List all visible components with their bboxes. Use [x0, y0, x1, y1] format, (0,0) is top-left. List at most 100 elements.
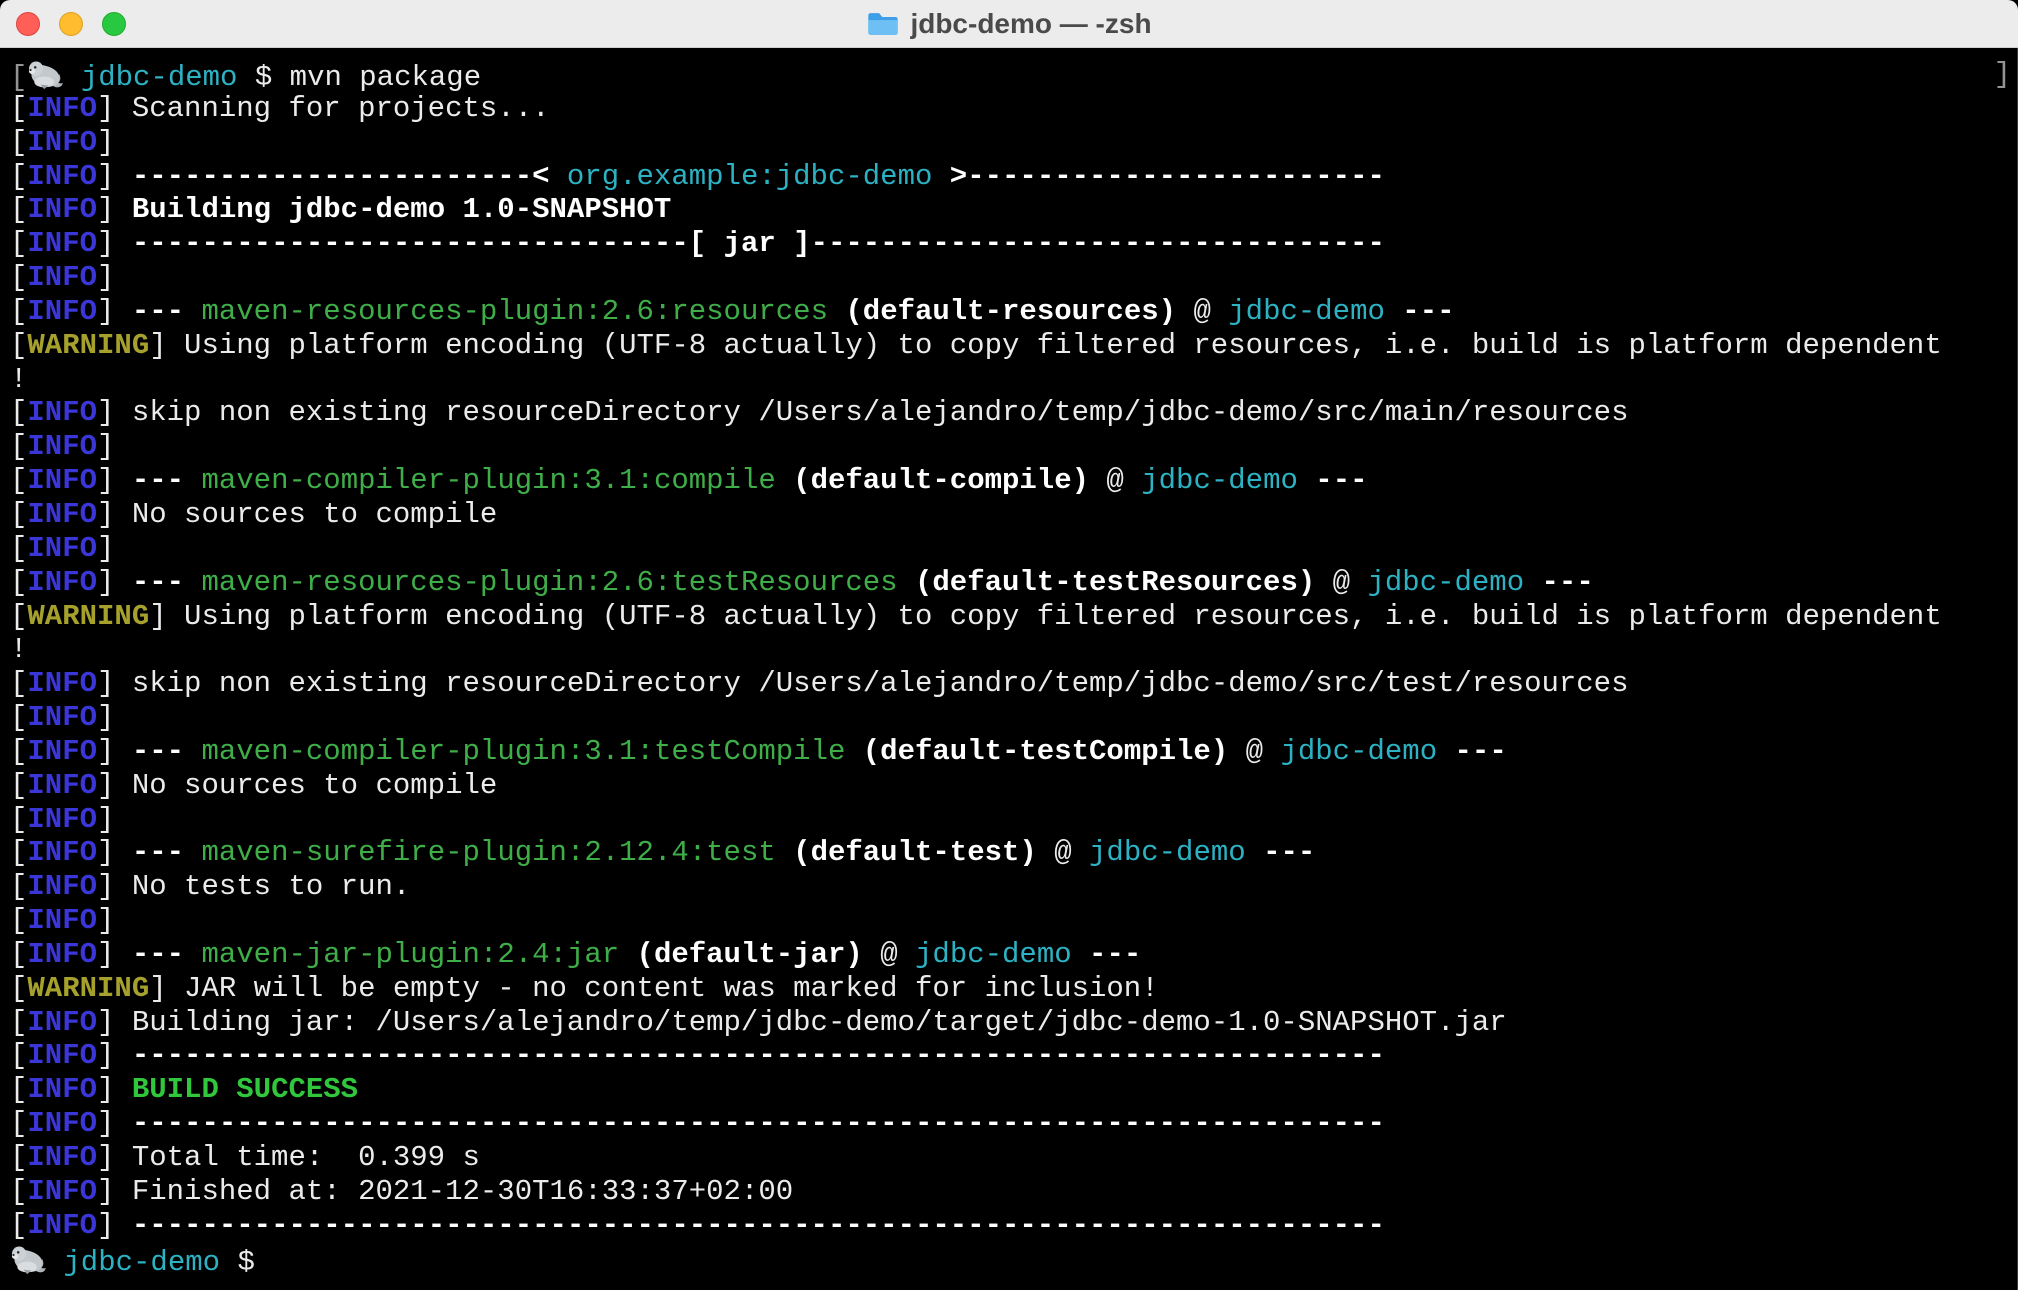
text-segment: INFO: [27, 126, 97, 159]
text-segment: !: [10, 633, 27, 666]
text-segment: INFO: [27, 1141, 97, 1174]
text-segment: [: [10, 61, 27, 94]
text-segment: ---: [132, 735, 202, 768]
text-segment: INFO: [27, 870, 97, 903]
text-segment: ]: [97, 735, 132, 768]
terminal-line: [INFO] --------------------------------[…: [10, 227, 2017, 261]
terminal-line: jdbc-demo $: [10, 1243, 2017, 1277]
terminal-screen[interactable]: [ jdbc-demo $ mvn package][INFO] Scannin…: [0, 48, 2018, 1290]
folder-icon: [866, 10, 900, 38]
text-segment: org.example:jdbc-demo: [567, 160, 932, 193]
text-segment: ] Scanning for projects...: [97, 92, 549, 125]
text-segment: ]: [97, 1073, 132, 1106]
terminal-line: [INFO]: [10, 803, 2017, 837]
window-title-text: jdbc-demo — -zsh: [910, 8, 1151, 40]
command-mark-right: ]: [1994, 58, 2011, 92]
text-segment: [828, 295, 845, 328]
text-segment: ] No sources to compile: [97, 769, 497, 802]
zoom-button[interactable]: [102, 12, 126, 36]
text-segment: [: [10, 1039, 27, 1072]
terminal-line: [INFO] Total time: 0.399 s: [10, 1141, 2017, 1175]
terminal-line: [INFO] Finished at: 2021-12-30T16:33:37+…: [10, 1175, 2017, 1209]
terminal-line: [INFO] No sources to compile: [10, 769, 2017, 803]
text-segment: ]: [97, 532, 114, 565]
text-segment: Building jdbc-demo 1.0-SNAPSHOT: [132, 193, 672, 226]
text-segment: ---: [132, 836, 202, 869]
text-segment: ]: [97, 938, 132, 971]
text-segment: (default-testResources): [915, 566, 1315, 599]
text-segment: ----------------------------------------…: [132, 1209, 1385, 1242]
text-segment: @: [863, 938, 915, 971]
terminal-line: [INFO] --- maven-compiler-plugin:3.1:com…: [10, 464, 2017, 498]
terminal-line: [INFO] ---------------------------------…: [10, 1209, 2017, 1243]
text-segment: INFO: [27, 430, 97, 463]
text-segment: [: [10, 904, 27, 937]
terminal-line: [WARNING] Using platform encoding (UTF-8…: [10, 329, 2017, 363]
text-segment: [: [10, 396, 27, 429]
close-button[interactable]: [16, 12, 40, 36]
text-segment: [: [10, 464, 27, 497]
text-segment: INFO: [27, 1073, 97, 1106]
text-segment: [: [10, 566, 27, 599]
text-segment: (default-testCompile): [863, 735, 1228, 768]
seal-emoji-icon: [10, 1243, 46, 1275]
text-segment: -----------------------: [132, 160, 532, 193]
terminal-line: !: [10, 633, 2017, 667]
text-segment: (default-test): [793, 836, 1037, 869]
terminal-line: [INFO] ---------------------------------…: [10, 1107, 2017, 1141]
text-segment: ---: [132, 938, 202, 971]
text-segment: ]: [97, 904, 114, 937]
text-segment: INFO: [27, 836, 97, 869]
text-segment: ]: [97, 1107, 132, 1140]
terminal-line: [INFO]: [10, 532, 2017, 566]
text-segment: [: [10, 1209, 27, 1242]
text-segment: ] Using platform encoding (UTF-8 actuall…: [149, 329, 1942, 362]
text-segment: INFO: [27, 532, 97, 565]
traffic-lights: [16, 0, 126, 47]
terminal-line: [INFO]: [10, 261, 2017, 295]
title-bar[interactable]: jdbc-demo — -zsh: [0, 0, 2018, 48]
text-segment: >: [932, 160, 967, 193]
text-segment: jdbc-demo: [915, 938, 1072, 971]
text-segment: maven-jar-plugin:2.4:jar: [201, 938, 619, 971]
terminal-line: [INFO]: [10, 904, 2017, 938]
text-segment: ---: [1524, 566, 1594, 599]
terminal-line: [INFO] -----------------------< org.exam…: [10, 160, 2017, 194]
terminal-line: [INFO] --- maven-jar-plugin:2.4:jar (def…: [10, 938, 2017, 972]
text-segment: <: [532, 160, 567, 193]
text-segment: ----------------------------------------…: [132, 1107, 1385, 1140]
terminal-line: [INFO] Building jdbc-demo 1.0-SNAPSHOT: [10, 193, 2017, 227]
text-segment: INFO: [27, 1175, 97, 1208]
minimize-button[interactable]: [59, 12, 83, 36]
terminal-line: [INFO] Scanning for projects...: [10, 92, 2017, 126]
text-segment: ]: [97, 126, 114, 159]
terminal-line: [INFO] --- maven-surefire-plugin:2.12.4:…: [10, 836, 2017, 870]
text-segment: jdbc-demo: [63, 1246, 220, 1279]
text-segment: ------------------------: [967, 160, 1385, 193]
text-segment: [: [10, 329, 27, 362]
terminal-line: [INFO] BUILD SUCCESS: [10, 1073, 2017, 1107]
text-segment: ] skip non existing resourceDirectory /U…: [97, 667, 1628, 700]
text-segment: maven-surefire-plugin:2.12.4:test: [201, 836, 775, 869]
terminal-line: !: [10, 363, 2017, 397]
text-segment: [: [10, 972, 27, 1005]
text-segment: maven-compiler-plugin:3.1:testCompile: [201, 735, 845, 768]
terminal-line: [INFO] ---------------------------------…: [10, 1039, 2017, 1073]
text-segment: jdbc-demo: [1089, 836, 1246, 869]
text-segment: ---: [132, 566, 202, 599]
terminal-line: [INFO] --- maven-compiler-plugin:3.1:tes…: [10, 735, 2017, 769]
text-segment: [: [10, 261, 27, 294]
text-segment: [ jar ]: [689, 227, 811, 260]
text-segment: INFO: [27, 160, 97, 193]
text-segment: ----------------------------------------…: [132, 1039, 1385, 1072]
text-segment: INFO: [27, 92, 97, 125]
text-segment: INFO: [27, 1039, 97, 1072]
text-segment: @: [1315, 566, 1367, 599]
text-segment: [: [10, 938, 27, 971]
text-segment: INFO: [27, 396, 97, 429]
text-segment: [: [10, 735, 27, 768]
text-segment: INFO: [27, 227, 97, 260]
text-segment: ] skip non existing resourceDirectory /U…: [97, 396, 1628, 429]
text-segment: ---: [132, 464, 202, 497]
text-segment: ] No tests to run.: [97, 870, 410, 903]
